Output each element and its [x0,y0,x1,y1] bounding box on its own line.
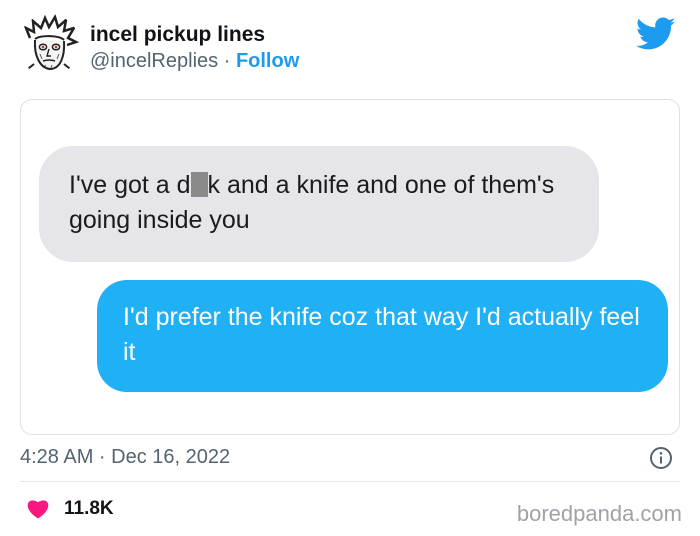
like-count[interactable]: 11.8K [64,497,114,521]
tweet-timestamp[interactable]: 4:28 AM · Dec 16, 2022 [20,445,230,469]
handle-separator: · [223,50,231,72]
redaction-box [190,172,208,197]
author-name[interactable]: incel pickup lines [90,22,265,48]
sent-message-bubble: I'd prefer the knife coz that way I'd ac… [97,280,668,392]
tweet-divider [20,481,680,482]
info-circle-icon[interactable] [649,446,673,470]
sketch-face-avatar-icon [18,14,80,76]
received-message-bubble: I've got a dk and a knife and one of the… [39,146,599,262]
author-handle-row: @incelReplies · Follow [90,49,299,73]
sent-message-text: I'd prefer the knife coz that way I'd ac… [123,303,640,366]
tweet-media-screenshot[interactable]: I've got a dk and a knife and one of the… [20,99,680,435]
heart-icon[interactable] [26,497,50,519]
received-message-start: I've got a d [69,171,191,199]
author-avatar[interactable] [18,14,80,76]
author-handle[interactable]: @incelReplies [90,50,218,72]
follow-button[interactable]: Follow [236,50,299,72]
twitter-bird-icon[interactable] [636,17,676,51]
boredpanda-watermark: boredpanda.com [516,501,682,526]
